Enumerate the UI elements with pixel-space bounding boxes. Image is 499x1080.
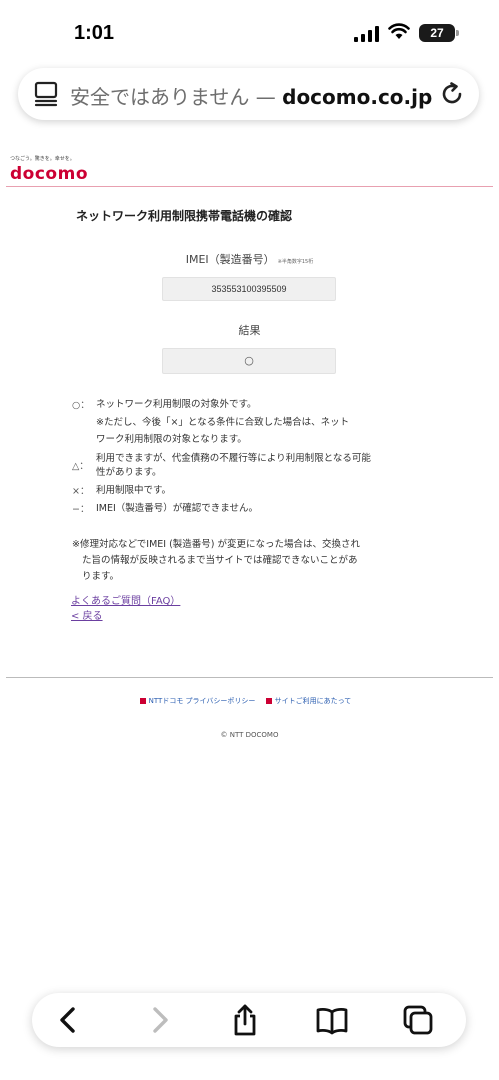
bullet-icon: [139, 698, 146, 704]
tabs-icon[interactable]: [401, 1004, 435, 1036]
bullet-icon: [265, 698, 272, 704]
legend-text: ワーク利用制限の対象となります。: [96, 434, 247, 445]
legend-text: ネットワーク利用制限の対象外です。: [96, 399, 257, 410]
chevron-left-icon[interactable]: [52, 1004, 86, 1036]
address-bar[interactable]: 安全ではありません — docomo.co.jp: [18, 68, 479, 120]
browser-toolbar: [32, 993, 466, 1047]
legend-text: 性があります。: [96, 467, 162, 478]
result-label: 結果: [238, 324, 261, 337]
signal-icon: [354, 26, 379, 42]
notice-line: ※修理対応などでIMEI (製造番号) が変更になった場合は、交換され: [72, 539, 361, 550]
imei-label: IMEI（製造番号）: [185, 253, 275, 266]
notice-line: た旨の情報が反映されるまで当サイトでは確認できないことがあ: [82, 555, 358, 566]
legend-symbol: ○：: [72, 400, 90, 411]
result-field: ○: [162, 348, 336, 374]
insecure-label: 安全ではありません —: [70, 85, 283, 109]
header-divider: [6, 186, 493, 187]
book-icon[interactable]: [315, 1004, 349, 1036]
notice-line: ります。: [82, 571, 120, 582]
status-bar: 1:01 27: [0, 0, 499, 60]
imei-field[interactable]: 353553100395509: [162, 277, 336, 301]
footer-links: NTTドコモ プライバシーポリシー サイトご利用にあたって: [0, 696, 499, 706]
legend-text: ※ただし、今後「×」となる条件に合致した場合は、ネット: [96, 417, 350, 428]
site-terms-link[interactable]: サイトご利用にあたって: [275, 697, 352, 705]
docomo-logo[interactable]: docomo: [10, 164, 88, 184]
brand-tagline: つなごう。驚きを。幸せを。: [10, 156, 75, 162]
legend-text: 利用できますが、代金債務の不履行等により利用制限となる可能: [96, 453, 371, 464]
privacy-policy-link[interactable]: NTTドコモ プライバシーポリシー: [149, 697, 256, 705]
legend-symbol: △：: [72, 461, 89, 472]
faq-link[interactable]: よくあるご質問（FAQ）: [71, 592, 180, 607]
legend-symbol: ×：: [72, 486, 90, 497]
legend-symbol: −：: [72, 504, 90, 515]
footer-divider: [6, 677, 493, 678]
page-title: ネットワーク利用制限携帯電話機の確認: [76, 209, 293, 223]
share-icon[interactable]: [228, 1004, 262, 1036]
legend-text: IMEI（製造番号）が確認できません。: [96, 503, 259, 514]
imei-note: ※半角数字15桁: [277, 259, 314, 265]
url-text[interactable]: 安全ではありません — docomo.co.jp: [70, 81, 432, 110]
back-link[interactable]: < 戻る: [71, 607, 103, 622]
copyright: © NTT DOCOMO: [220, 731, 279, 739]
page-settings-icon[interactable]: [34, 81, 58, 107]
status-time: 1:01: [74, 22, 115, 44]
legend-text: 利用制限中です。: [96, 485, 172, 496]
battery-indicator: 27: [419, 24, 459, 42]
url-domain: docomo.co.jp: [282, 85, 433, 109]
chevron-right-icon[interactable]: [142, 1004, 176, 1036]
reload-icon[interactable]: [439, 81, 465, 107]
imei-label-row: IMEI（製造番号） ※半角数字15桁: [0, 248, 499, 267]
notice-text: ※修理対応などでIMEI (製造番号) が変更になった場合は、交換され た旨の情…: [72, 537, 432, 585]
wifi-icon: [388, 23, 410, 39]
